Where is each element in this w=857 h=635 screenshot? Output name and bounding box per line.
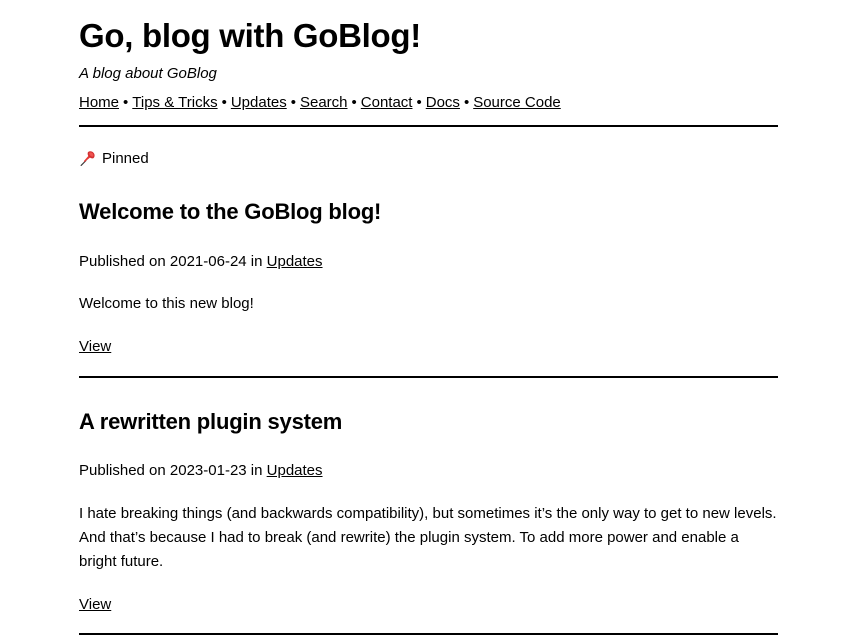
- nav-link-docs[interactable]: Docs: [426, 94, 460, 111]
- post-excerpt: Welcome to this new blog!: [79, 295, 254, 313]
- post-title: Welcome to the GoBlog blog!: [79, 199, 382, 225]
- post-divider: [79, 375, 778, 378]
- pinned-badge: Pinned: [79, 149, 778, 169]
- nav-link-source-code[interactable]: Source Code: [473, 94, 561, 111]
- nav-separator: •: [416, 94, 422, 112]
- nav-link-updates[interactable]: Updates: [231, 94, 287, 111]
- site-subtitle: A blog about GoBlog: [79, 64, 217, 82]
- site-title: Go, blog with GoBlog!: [79, 17, 421, 54]
- main-navigation: Home • Tips & Tricks • Updates • Search • Contac…: [79, 93, 778, 113]
- post-excerpt: I hate breaking things (and backwards co…: [79, 504, 777, 570]
- post-title: A rewritten plugin system: [79, 408, 343, 434]
- nav-link-home[interactable]: Home: [79, 94, 119, 111]
- post-category-link[interactable]: Updates: [267, 253, 323, 270]
- post-meta-in: in: [246, 252, 267, 270]
- page-container: Go, blog with GoBlog! A blog about GoBlo…: [0, 0, 857, 635]
- nav-separator: •: [463, 94, 470, 112]
- nav-link-tips-tricks[interactable]: Tips & Tricks: [132, 94, 217, 111]
- post-item: A rewritten plugin system Published on 2…: [79, 409, 778, 614]
- post-meta-in: in: [246, 462, 267, 480]
- post-view: View: [79, 595, 778, 615]
- pinned-label: Pinned: [102, 149, 149, 167]
- post-category-link[interactable]: Updates: [267, 462, 323, 479]
- post-item: Welcome to the GoBlog blog! Published on…: [79, 199, 778, 356]
- post-view-link[interactable]: View: [79, 338, 111, 355]
- header-divider: [79, 124, 778, 127]
- pushpin-icon: [79, 150, 96, 167]
- post-meta-published-prefix: Published on: [79, 252, 170, 270]
- post-date: 2021-06-24: [169, 252, 247, 270]
- post-date: 2023-01-23: [169, 462, 247, 480]
- post-meta: Published on 2021-06-24 in Updates: [79, 252, 778, 272]
- post-view: View: [79, 337, 778, 357]
- nav-separator: •: [123, 94, 129, 112]
- post-meta: Published on 2023-01-23 in Updates: [79, 461, 778, 481]
- nav-link-contact[interactable]: Contact: [361, 94, 413, 111]
- nav-link-search[interactable]: Search: [300, 94, 348, 111]
- post-meta-published-prefix: Published on: [79, 462, 170, 480]
- nav-separator: •: [351, 94, 357, 112]
- nav-separator: •: [290, 94, 296, 112]
- post-view-link[interactable]: View: [79, 596, 111, 613]
- nav-separator: •: [221, 94, 227, 112]
